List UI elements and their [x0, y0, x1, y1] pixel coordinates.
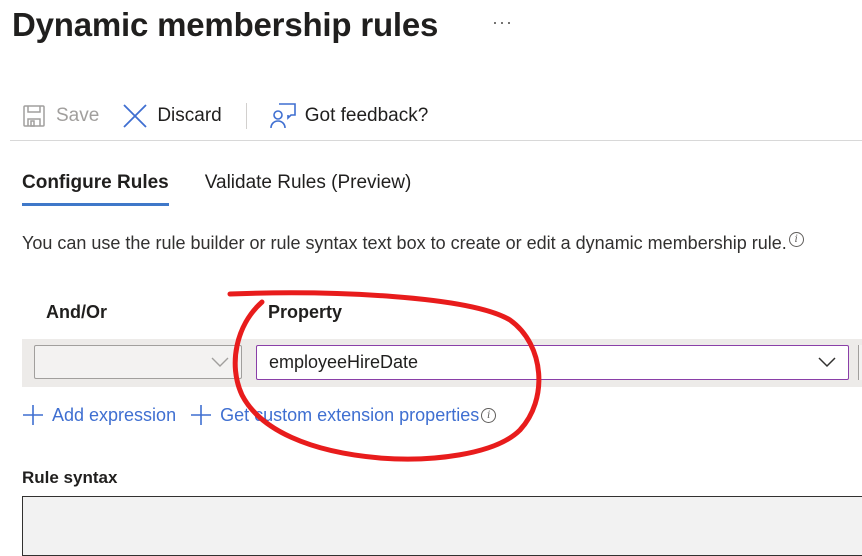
toolbar-divider-line — [10, 140, 862, 141]
more-options-button[interactable]: ··· — [492, 12, 513, 33]
feedback-label: Got feedback? — [304, 105, 429, 126]
add-expression-label: Add expression — [52, 404, 177, 425]
tab-configure-rules[interactable]: Configure Rules — [22, 172, 169, 206]
plus-icon — [191, 405, 212, 425]
description-text: You can use the rule builder or rule syn… — [22, 233, 787, 253]
tab-list: Configure Rules Validate Rules (Preview) — [22, 172, 447, 206]
feedback-icon — [269, 102, 297, 130]
property-dropdown[interactable]: employeeHireDate — [256, 345, 849, 380]
close-icon — [121, 102, 149, 130]
toolbar-divider — [245, 103, 247, 129]
and-or-dropdown[interactable] — [34, 345, 242, 379]
column-header-property: Property — [268, 302, 343, 322]
rule-actions: Add expression Get custom extension prop… — [22, 404, 510, 426]
chevron-down-icon — [211, 357, 229, 367]
operator-dropdown-edge[interactable] — [858, 345, 862, 380]
add-expression-link[interactable]: Add expression — [22, 404, 176, 426]
feedback-button[interactable]: Got feedback? — [269, 98, 429, 134]
info-icon[interactable]: i — [481, 407, 497, 423]
command-bar: Save Discard Got feedback? — [10, 96, 862, 136]
rule-syntax-textbox[interactable] — [22, 496, 862, 556]
tab-validate-rules[interactable]: Validate Rules (Preview) — [205, 172, 412, 206]
description: You can use the rule builder or rule syn… — [22, 232, 804, 254]
red-circle-annotation — [227, 290, 542, 462]
plus-icon — [23, 405, 43, 425]
save-button[interactable]: Save — [20, 98, 99, 134]
chevron-down-icon — [818, 357, 836, 368]
discard-button[interactable]: Discard — [121, 98, 222, 134]
rule-syntax-label: Rule syntax — [22, 468, 118, 487]
info-icon[interactable]: i — [788, 232, 804, 247]
save-label: Save — [56, 105, 100, 126]
property-value: employeeHireDate — [269, 352, 419, 372]
custom-extension-label: Get custom extension properties — [220, 404, 480, 425]
save-icon — [20, 102, 48, 130]
discard-label: Discard — [157, 105, 222, 126]
column-header-and-or: And/Or — [46, 302, 107, 322]
custom-extension-link[interactable]: Get custom extension properties i — [190, 404, 497, 426]
page-title: Dynamic membership rules — [12, 6, 439, 43]
